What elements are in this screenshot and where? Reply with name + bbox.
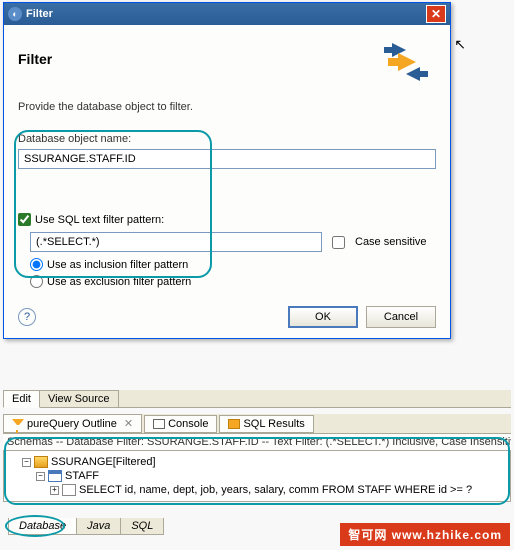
instruction-text: Provide the database object to filter. [18, 101, 436, 113]
statement-icon [62, 484, 76, 496]
filter-dialog: ◐ Filter ✕ Filter Provide the database o… [3, 2, 451, 339]
case-sensitive-checkbox[interactable] [332, 236, 345, 249]
dialog-icon: ◐ [8, 7, 22, 21]
tree-table-row[interactable]: − STAFF [36, 469, 506, 483]
exclusion-label: Use as exclusion filter pattern [47, 276, 191, 288]
view-console[interactable]: Console [144, 415, 217, 433]
bottom-tabs: Database Java SQL [8, 518, 163, 535]
bottom-panel: Edit View Source pureQuery Outline ✕ Con… [3, 390, 511, 502]
tree-stmt-label: SELECT id, name, dept, job, years, salar… [79, 484, 472, 496]
titlebar[interactable]: ◐ Filter ✕ [4, 3, 450, 25]
view-purequery-outline[interactable]: pureQuery Outline ✕ [3, 414, 142, 433]
collapse-icon[interactable]: − [22, 458, 31, 467]
tree-schema-row[interactable]: − SSURANGE[Filtered] [22, 455, 506, 469]
tab-edit[interactable]: Edit [3, 390, 40, 408]
expand-icon[interactable]: + [50, 486, 59, 495]
edit-tabs: Edit View Source [3, 390, 511, 408]
watermark: 智可网 www.hzhike.com [340, 523, 510, 546]
bottom-tab-java[interactable]: Java [76, 518, 121, 535]
close-button[interactable]: ✕ [426, 5, 446, 23]
object-name-label: Database object name: [18, 133, 436, 145]
use-pattern-label: Use SQL text filter pattern: [35, 214, 164, 226]
funnel-icon [12, 419, 24, 429]
filter-graphic-icon [388, 35, 436, 83]
filter-description: Schemas -- Database Filter: SSURANGE.STA… [3, 434, 511, 450]
console-icon [153, 419, 165, 429]
dialog-body: Filter Provide the database object to fi… [4, 25, 450, 338]
bottom-tab-sql[interactable]: SQL [120, 518, 164, 535]
dialog-header: Filter [18, 51, 52, 67]
object-name-input[interactable] [18, 149, 436, 169]
view-tabs: pureQuery Outline ✕ Console SQL Results [3, 414, 511, 434]
outline-tree: − SSURANGE[Filtered] − STAFF + SELECT id… [3, 450, 511, 502]
view-purequery-label: pureQuery Outline [27, 418, 117, 430]
collapse-icon[interactable]: − [36, 472, 45, 481]
sql-results-icon [228, 419, 240, 429]
case-sensitive-label: Case sensitive [355, 236, 427, 248]
inclusion-radio[interactable] [30, 258, 43, 271]
close-view-icon[interactable]: ✕ [124, 417, 133, 430]
table-icon [48, 470, 62, 482]
view-console-label: Console [168, 418, 208, 430]
tree-schema-label: SSURANGE[Filtered] [51, 456, 156, 468]
use-pattern-checkbox[interactable] [18, 213, 31, 226]
tree-table-label: STAFF [65, 470, 99, 482]
cancel-button[interactable]: Cancel [366, 306, 436, 328]
bottom-tab-database[interactable]: Database [8, 518, 77, 535]
help-icon[interactable]: ? [18, 308, 36, 326]
ok-button[interactable]: OK [288, 306, 358, 328]
view-sql-results[interactable]: SQL Results [219, 415, 313, 433]
pattern-input[interactable] [30, 232, 322, 252]
schema-icon [34, 456, 48, 468]
tree-stmt-row[interactable]: + SELECT id, name, dept, job, years, sal… [50, 483, 506, 497]
tab-view-source[interactable]: View Source [39, 390, 119, 407]
cursor-icon: ↖ [454, 36, 466, 53]
inclusion-label: Use as inclusion filter pattern [47, 259, 188, 271]
exclusion-radio[interactable] [30, 275, 43, 288]
titlebar-text: Filter [26, 8, 426, 20]
view-sql-results-label: SQL Results [243, 418, 304, 430]
